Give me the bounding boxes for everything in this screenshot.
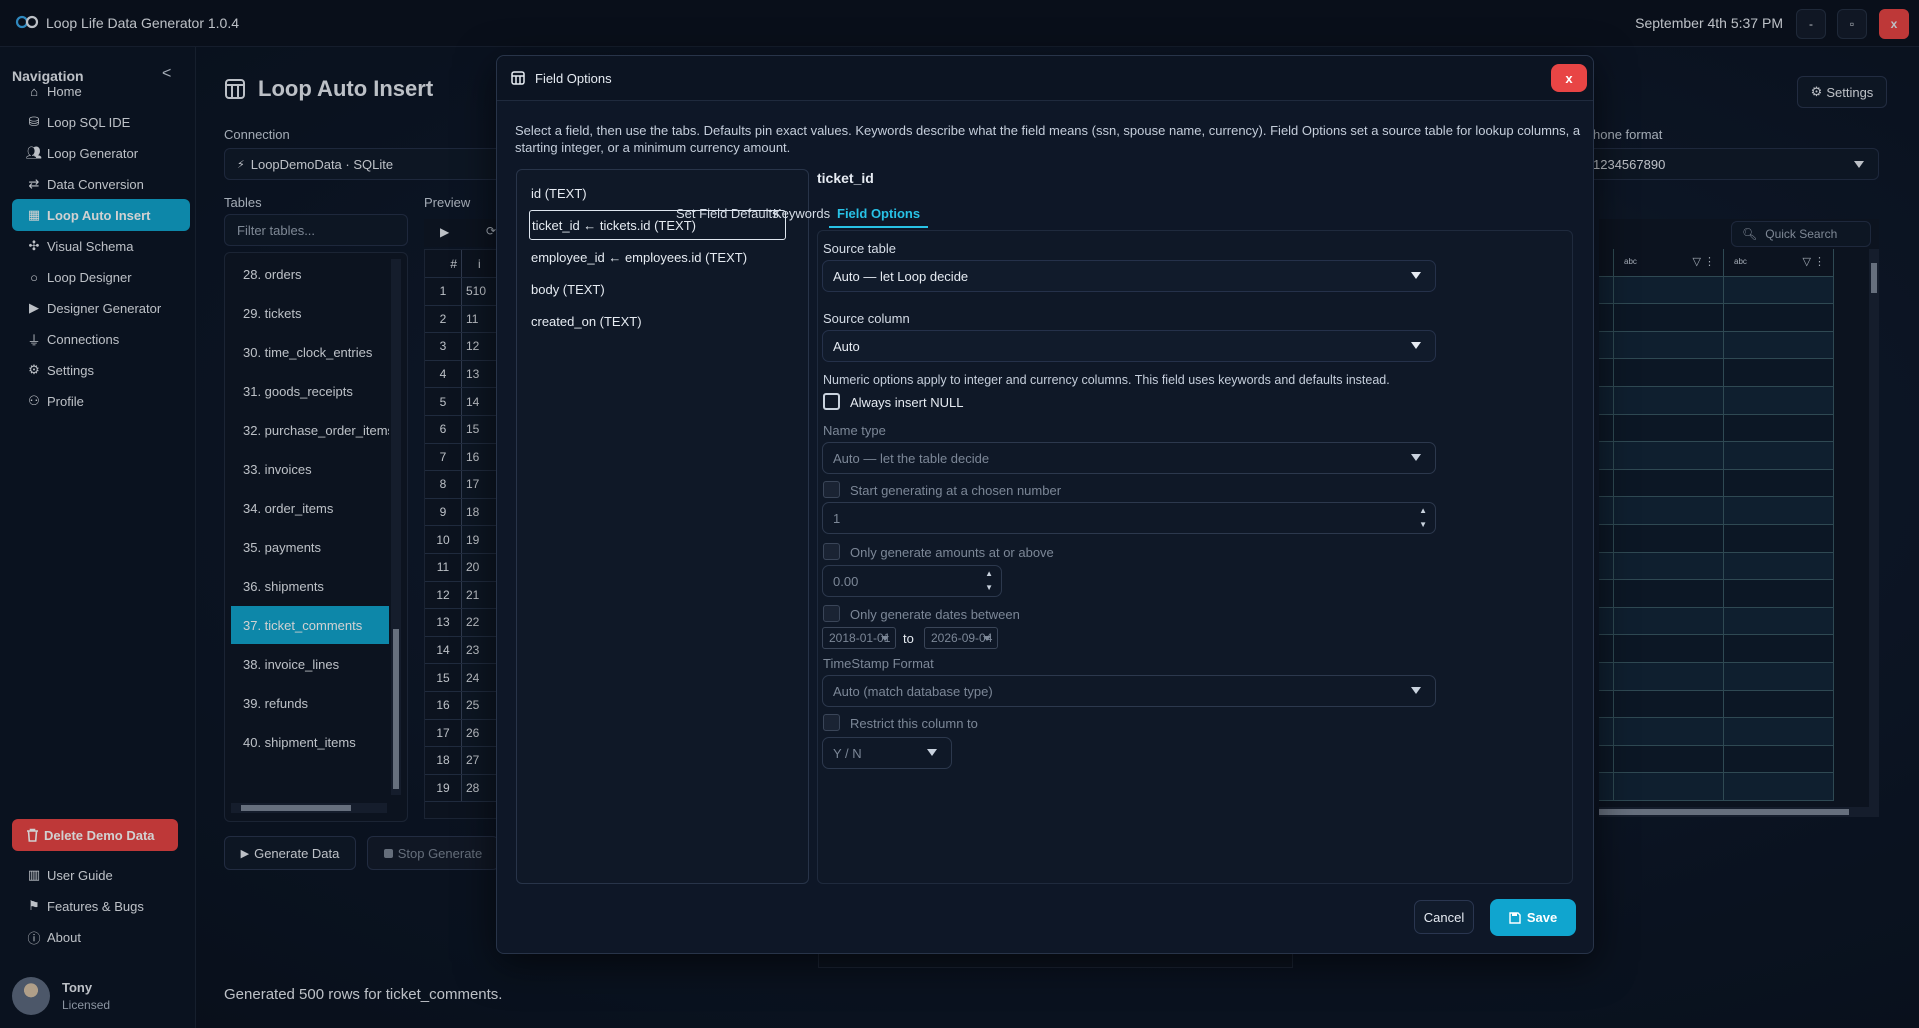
- save-label: Save: [1526, 910, 1558, 925]
- source-table-select[interactable]: Auto — let Loop decide: [822, 260, 1436, 292]
- restrict-column-label: Restrict this column to: [850, 716, 978, 731]
- chevron-down-icon: [1411, 687, 1421, 694]
- min-amount-label: Only generate amounts at or above: [850, 545, 1054, 560]
- timestamp-format-value: Auto (match database type): [833, 683, 993, 699]
- chevron-down-icon: [1411, 454, 1421, 461]
- start-number-label: Start generating at a chosen number: [850, 483, 1062, 498]
- cancel-button[interactable]: Cancel: [1414, 900, 1474, 934]
- dialog-header: Field Options x: [497, 56, 1593, 101]
- min-amount-checkbox[interactable]: [823, 543, 840, 560]
- source-column-value: Auto: [833, 338, 860, 354]
- numeric-options-note: Numeric options apply to integer and cur…: [823, 373, 1390, 387]
- dialog-description: Select a field, then use the tabs. Defau…: [515, 123, 1581, 155]
- min-amount-input[interactable]: 0.00 ▲ ▼: [822, 565, 1002, 597]
- date-to-select[interactable]: 2026-09-04: [924, 627, 998, 649]
- restrict-column-value: Y / N: [833, 745, 862, 761]
- restrict-column-checkbox[interactable]: [823, 714, 840, 731]
- timestamp-format-label: TimeStamp Format: [823, 656, 934, 671]
- name-type-label: Name type: [823, 423, 886, 438]
- chevron-down-icon: [983, 636, 991, 641]
- timestamp-format-select[interactable]: Auto (match database type): [822, 675, 1436, 707]
- table-icon: [511, 71, 525, 85]
- spin-down-icon[interactable]: ▼: [1419, 520, 1427, 529]
- chevron-down-icon: [927, 749, 937, 756]
- date-range-label: Only generate dates between: [850, 607, 1020, 622]
- always-null-checkbox[interactable]: [823, 393, 840, 410]
- min-amount-value: 0.00: [833, 573, 859, 589]
- selected-field-name: ticket_id: [817, 170, 874, 186]
- restrict-column-select[interactable]: Y / N: [822, 737, 952, 769]
- source-column-label: Source column: [823, 311, 910, 326]
- tab-field-options[interactable]: Field Options: [829, 204, 929, 228]
- start-number-checkbox[interactable]: [823, 481, 840, 498]
- chevron-down-icon: [1411, 272, 1421, 279]
- spin-down-icon[interactable]: ▼: [985, 583, 993, 592]
- start-number-input[interactable]: 1 ▲ ▼: [822, 502, 1436, 534]
- name-type-select[interactable]: Auto — let the table decide: [822, 442, 1436, 474]
- field-list-item[interactable]: employee_id ← employees.id (TEXT): [529, 242, 786, 272]
- tab-set-field-defaults[interactable]: Set Field Defaults: [676, 204, 779, 228]
- dialog-title: Field Options: [535, 70, 612, 86]
- chevron-down-icon: [1411, 342, 1421, 349]
- save-button[interactable]: Save: [1490, 899, 1576, 936]
- source-column-select[interactable]: Auto: [822, 330, 1436, 362]
- source-table-value: Auto — let Loop decide: [833, 268, 969, 284]
- chevron-down-icon: [881, 636, 889, 641]
- date-to-label: to: [903, 631, 914, 646]
- tab-keywords[interactable]: Keywords: [773, 204, 830, 228]
- name-type-value: Auto — let the table decide: [833, 450, 990, 466]
- date-range-checkbox[interactable]: [823, 605, 840, 622]
- field-list-item[interactable]: created_on (TEXT): [529, 306, 786, 336]
- app-window: Loop Life Data Generator 1.0.4 September…: [0, 0, 1919, 1028]
- always-null-label: Always insert NULL: [850, 395, 964, 410]
- field-list: id (TEXT) ticket_id ← tickets.id (TEXT) em…: [516, 169, 809, 884]
- field-options-panel: Source table Auto — let Loop decide Sour…: [817, 230, 1573, 884]
- spin-up-icon[interactable]: ▲: [985, 569, 993, 578]
- spin-up-icon[interactable]: ▲: [1419, 506, 1427, 515]
- field-list-item[interactable]: body (TEXT): [529, 274, 786, 304]
- date-from-select[interactable]: 2018-01-01: [822, 627, 896, 649]
- dialog-close-button[interactable]: x: [1551, 64, 1587, 92]
- save-icon: [1509, 911, 1521, 924]
- source-table-label: Source table: [823, 241, 896, 256]
- start-number-value: 1: [833, 510, 841, 526]
- field-options-dialog: Field Options x Select a field, then use…: [496, 55, 1594, 954]
